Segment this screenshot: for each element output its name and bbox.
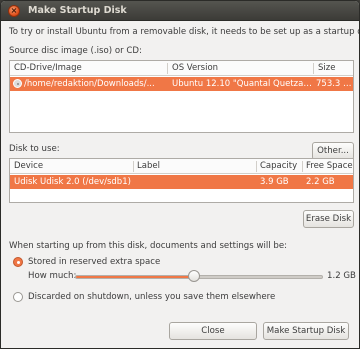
make-startup-disk-button[interactable]: Make Startup Disk [263,322,349,340]
slider-handle[interactable] [188,270,201,282]
slider-max-label: 1.2 GB [327,271,356,281]
source-os-cell: Ubuntu 12.10 "Quantal Quetzal" -... [172,78,312,89]
column-header-size[interactable]: Size [318,63,335,73]
close-button[interactable]: Close [169,322,257,340]
column-header-os-version[interactable]: OS Version [172,63,218,73]
disk-free-cell: 2.2 GB [306,176,335,187]
source-table-header: CD-Drive/Image OS Version Size [10,61,353,76]
make-startup-disk-window: × Make Startup Disk To try or install Ub… [0,0,360,349]
column-header-image[interactable]: CD-Drive/Image [14,63,82,73]
column-header-free-space[interactable]: Free Space [306,161,353,171]
how-much-label: How much: [28,271,77,281]
stored-radio[interactable] [13,257,23,267]
column-header-device[interactable]: Device [14,161,43,171]
column-header-label[interactable]: Label [137,161,160,171]
slider-fill [76,276,195,278]
discarded-option-label[interactable]: Discarded on shutdown, unless you save t… [28,292,275,302]
stored-option-label[interactable]: Stored in reserved extra space [28,257,160,267]
disk-table-header: Device Label Capacity Free Space [10,159,353,174]
table-row[interactable]: Udisk Udisk 2.0 (/dev/sdb1) 3.9 GB 2.2 G… [10,175,353,189]
disk-label: Disk to use: [9,144,60,154]
source-image-cell: /home/redaktion/Downloads/... [24,78,155,89]
erase-disk-button[interactable]: Erase Disk [303,210,354,228]
titlebar: × Make Startup Disk [1,1,359,21]
window-title: Make Startup Disk [28,5,127,16]
disk-device-cell: Udisk Udisk 2.0 (/dev/sdb1) [14,176,131,187]
column-header-capacity[interactable]: Capacity [260,161,297,171]
source-label: Source disc image (.iso) or CD: [9,46,142,56]
source-size-cell: 753.3 MB [316,78,354,89]
table-row[interactable]: /home/redaktion/Downloads/... Ubuntu 12.… [10,77,354,91]
discarded-radio[interactable] [13,292,23,302]
disk-table[interactable]: Device Label Capacity Free Space Udisk U… [9,158,354,203]
source-table[interactable]: CD-Drive/Image OS Version Size /home/red… [9,60,354,133]
disk-capacity-cell: 3.9 GB [260,176,289,187]
intro-text: To try or install Ubuntu from a removabl… [9,27,360,37]
close-icon[interactable]: × [8,5,20,17]
disc-icon [13,79,22,88]
persistence-label: When starting up from this disk, documen… [9,241,288,251]
